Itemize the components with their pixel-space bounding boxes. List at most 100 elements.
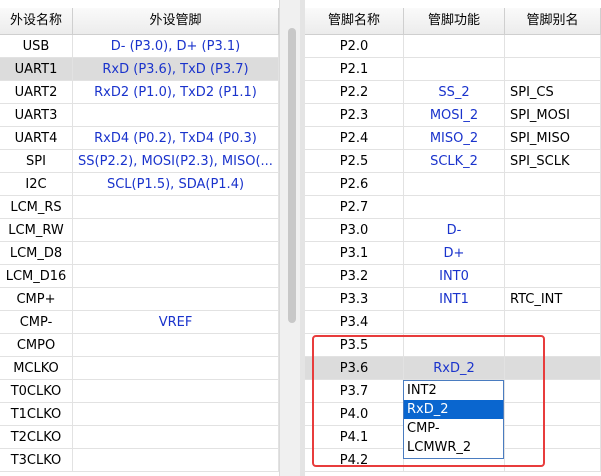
peripheral-name-cell[interactable]: T3CLKO — [0, 449, 73, 472]
table-row[interactable]: P3.5 — [305, 334, 601, 357]
peripheral-pins-cell[interactable]: RxD (P3.6), TxD (P3.7) — [73, 58, 279, 81]
table-row[interactable]: T3CLKO — [0, 449, 279, 472]
column-header-peripheral-pins[interactable]: 外设管脚 — [73, 8, 279, 34]
pin-function-cell[interactable]: SCLK_2 — [404, 150, 505, 173]
pin-function-cell[interactable]: RxD_2 — [404, 357, 505, 380]
table-row[interactable]: P2.7 — [305, 196, 601, 219]
pin-function-cell[interactable] — [404, 311, 505, 334]
table-row[interactable]: P3.2 INT0 — [305, 265, 601, 288]
table-row[interactable]: CMP- VREF — [0, 311, 279, 334]
pin-name-cell[interactable]: P2.1 — [305, 58, 404, 81]
table-row[interactable]: LCM_RS — [0, 196, 279, 219]
pin-function-cell[interactable] — [404, 334, 505, 357]
column-header-pin-function[interactable]: 管脚功能 — [404, 8, 505, 34]
pin-function-cell[interactable] — [404, 173, 505, 196]
column-header-pin-alias[interactable]: 管脚别名 — [505, 8, 601, 34]
pin-alias-cell[interactable]: SPI_CS — [505, 81, 601, 104]
pin-alias-cell[interactable]: RTC_INT — [505, 288, 601, 311]
peripheral-pins-cell[interactable]: RxD2 (P1.0), TxD2 (P1.1) — [73, 81, 279, 104]
peripheral-pins-cell[interactable]: D- (P3.0), D+ (P3.1) — [73, 35, 279, 58]
peripheral-pins-cell[interactable] — [73, 242, 279, 265]
column-header-peripheral-name[interactable]: 外设名称 — [0, 8, 73, 34]
pin-alias-cell[interactable]: SPI_MISO — [505, 127, 601, 150]
pin-name-cell[interactable]: P3.5 — [305, 334, 404, 357]
dropdown-option[interactable]: INT2 — [404, 381, 503, 400]
peripheral-name-cell[interactable]: UART1 — [0, 58, 73, 81]
pin-name-cell[interactable]: P2.6 — [305, 173, 404, 196]
peripheral-pins-cell[interactable] — [73, 334, 279, 357]
peripheral-pins-cell[interactable] — [73, 288, 279, 311]
peripheral-name-cell[interactable]: I2C — [0, 173, 73, 196]
pin-function-cell[interactable]: D- — [404, 219, 505, 242]
peripheral-pins-cell[interactable] — [73, 403, 279, 426]
peripheral-pins-cell[interactable] — [73, 380, 279, 403]
pin-alias-cell[interactable] — [505, 334, 601, 357]
pin-name-cell[interactable]: P3.0 — [305, 219, 404, 242]
scrollbar-thumb[interactable] — [288, 28, 296, 323]
peripheral-name-cell[interactable]: SPI — [0, 150, 73, 173]
peripheral-pins-cell[interactable] — [73, 449, 279, 472]
peripheral-name-cell[interactable]: UART3 — [0, 104, 73, 127]
pin-function-cell[interactable] — [404, 58, 505, 81]
peripheral-pins-cell[interactable] — [73, 357, 279, 380]
table-row[interactable]: P3.0 D- — [305, 219, 601, 242]
peripheral-name-cell[interactable]: LCM_D8 — [0, 242, 73, 265]
table-row[interactable]: P3.4 — [305, 311, 601, 334]
pin-name-cell[interactable]: P2.5 — [305, 150, 404, 173]
pin-name-cell[interactable]: P2.3 — [305, 104, 404, 127]
peripheral-pins-cell[interactable] — [73, 265, 279, 288]
peripheral-pins-cell[interactable]: VREF — [73, 311, 279, 334]
pin-alias-cell[interactable] — [505, 449, 601, 472]
peripheral-pins-cell[interactable] — [73, 104, 279, 127]
pin-function-dropdown-list[interactable]: INT2 RxD_2 CMP- LCMWR_2 — [403, 380, 504, 459]
table-row[interactable]: P2.4 MISO_2 SPI_MISO — [305, 127, 601, 150]
table-row[interactable]: P3.3 INT1 RTC_INT — [305, 288, 601, 311]
table-row[interactable]: P3.6 RxD_2 — [305, 357, 601, 380]
peripheral-name-cell[interactable]: T2CLKO — [0, 426, 73, 449]
dropdown-option[interactable]: RxD_2 — [404, 400, 503, 419]
table-row[interactable]: T0CLKO — [0, 380, 279, 403]
pin-function-cell[interactable]: SS_2 — [404, 81, 505, 104]
peripheral-name-cell[interactable]: CMPO — [0, 334, 73, 357]
peripheral-name-cell[interactable]: CMP- — [0, 311, 73, 334]
peripheral-pins-cell[interactable]: SS(P2.2), MOSI(P2.3), MISO(... — [73, 150, 279, 173]
pin-name-cell[interactable]: P4.1 — [305, 426, 404, 449]
table-row[interactable]: I2C SCL(P1.5), SDA(P1.4) — [0, 173, 279, 196]
peripheral-pins-cell[interactable] — [73, 426, 279, 449]
table-row[interactable]: USB D- (P3.0), D+ (P3.1) — [0, 35, 279, 58]
pin-name-cell[interactable]: P4.2 — [305, 449, 404, 472]
pin-function-cell[interactable]: INT0 — [404, 265, 505, 288]
peripheral-name-cell[interactable]: MCLKO — [0, 357, 73, 380]
dropdown-option[interactable]: LCMWR_2 — [404, 438, 503, 457]
table-row[interactable]: UART4 RxD4 (P0.2), TxD4 (P0.3) — [0, 127, 279, 150]
peripheral-name-cell[interactable]: UART2 — [0, 81, 73, 104]
pin-name-cell[interactable]: P3.1 — [305, 242, 404, 265]
pin-name-cell[interactable]: P3.3 — [305, 288, 404, 311]
peripheral-name-cell[interactable]: USB — [0, 35, 73, 58]
peripheral-name-cell[interactable]: LCM_RS — [0, 196, 73, 219]
pin-alias-cell[interactable] — [505, 173, 601, 196]
table-row[interactable]: T1CLKO — [0, 403, 279, 426]
table-row[interactable]: UART3 — [0, 104, 279, 127]
pin-name-cell[interactable]: P2.0 — [305, 35, 404, 58]
table-row[interactable]: P2.2 SS_2 SPI_CS — [305, 81, 601, 104]
table-row[interactable]: CMPO — [0, 334, 279, 357]
pin-alias-cell[interactable] — [505, 311, 601, 334]
pin-alias-cell[interactable] — [505, 357, 601, 380]
pin-alias-cell[interactable] — [505, 219, 601, 242]
pin-function-cell[interactable]: MISO_2 — [404, 127, 505, 150]
pin-name-cell[interactable]: P2.7 — [305, 196, 404, 219]
pin-alias-cell[interactable]: SPI_MOSI — [505, 104, 601, 127]
table-row[interactable]: CMP+ — [0, 288, 279, 311]
pin-name-cell[interactable]: P3.6 — [305, 357, 404, 380]
pin-alias-cell[interactable] — [505, 35, 601, 58]
peripheral-name-cell[interactable]: CMP+ — [0, 288, 73, 311]
table-row[interactable]: P2.3 MOSI_2 SPI_MOSI — [305, 104, 601, 127]
pin-name-cell[interactable]: P2.2 — [305, 81, 404, 104]
peripheral-pins-cell[interactable]: RxD4 (P0.2), TxD4 (P0.3) — [73, 127, 279, 150]
pin-alias-cell[interactable] — [505, 380, 601, 403]
peripheral-pins-cell[interactable]: SCL(P1.5), SDA(P1.4) — [73, 173, 279, 196]
table-row[interactable]: P3.1 D+ — [305, 242, 601, 265]
pin-name-cell[interactable]: P3.7 — [305, 380, 404, 403]
table-row[interactable]: LCM_D16 — [0, 265, 279, 288]
